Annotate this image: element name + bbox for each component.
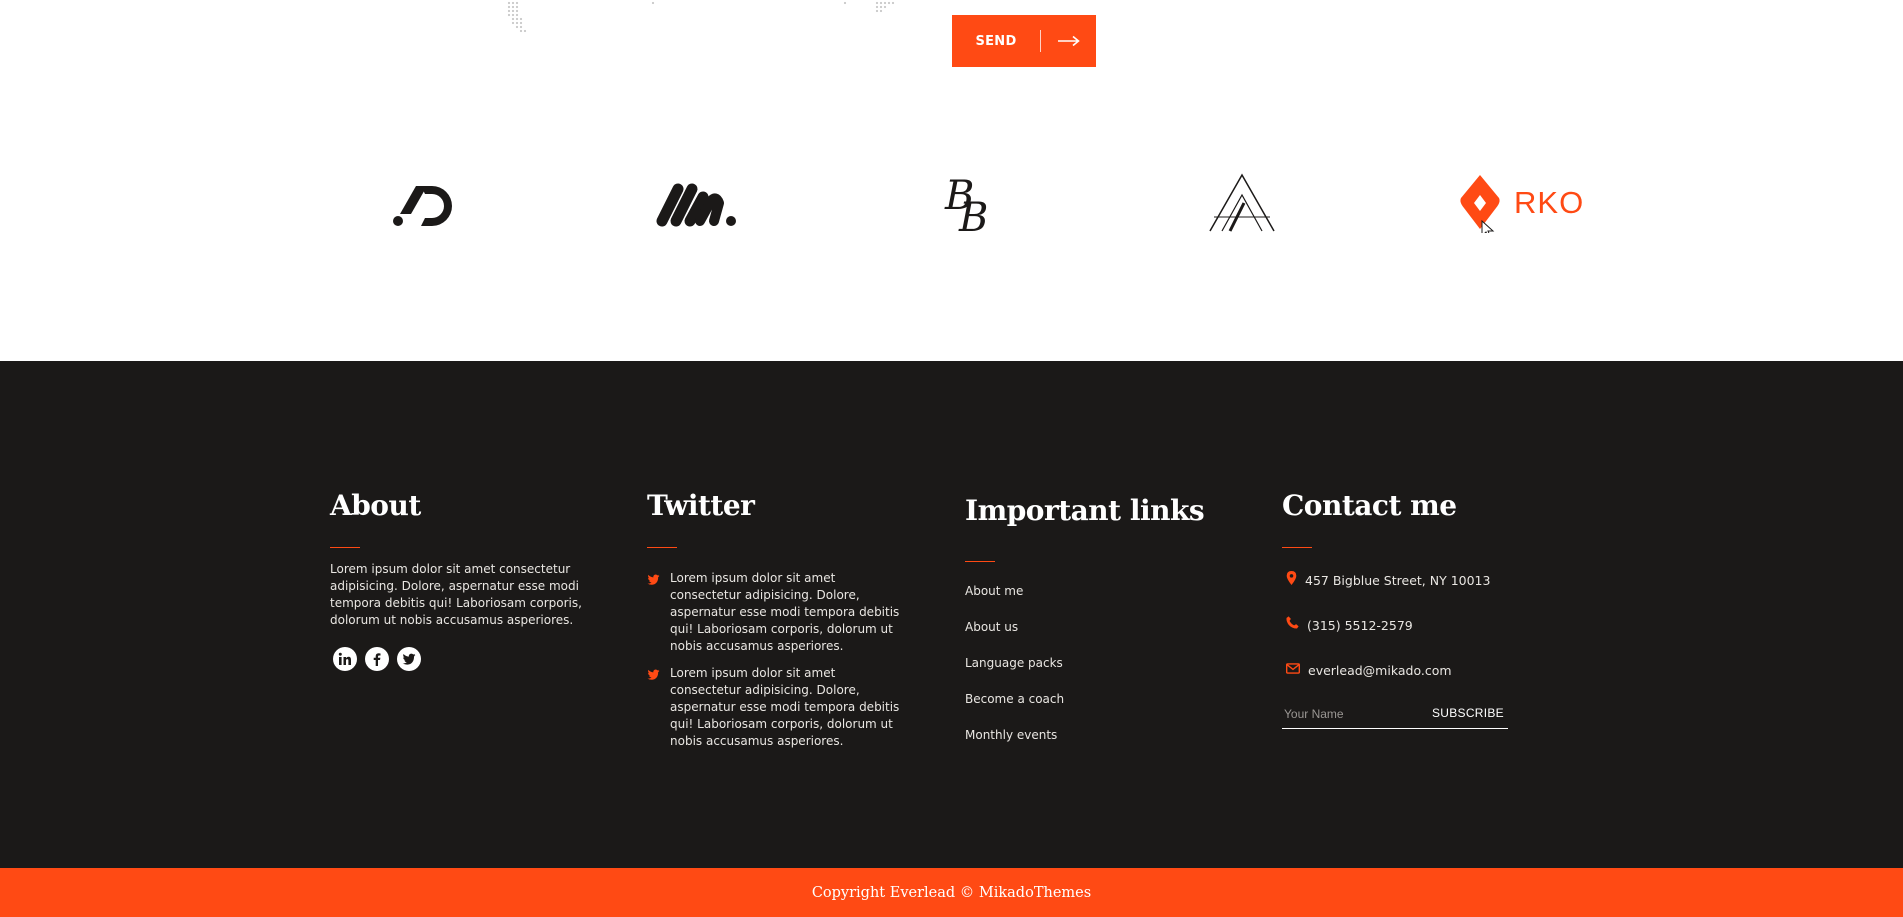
send-button[interactable]: SEND xyxy=(952,15,1096,67)
email-text: everlead@mikado.com xyxy=(1308,662,1452,678)
about-title: About xyxy=(330,489,421,522)
contact-email: everlead@mikado.com xyxy=(1286,661,1452,679)
link-about-me[interactable]: About me xyxy=(965,584,1023,598)
rko-logo[interactable]: RKO xyxy=(1458,165,1584,240)
m-logo[interactable] xyxy=(656,165,738,240)
list-item: Monthly events xyxy=(965,726,1064,762)
twitter-icon[interactable] xyxy=(397,647,421,671)
contact-phone: (315) 5512-2579 xyxy=(1286,616,1413,634)
important-links-divider xyxy=(965,561,995,562)
bb-logo[interactable]: B B xyxy=(943,165,997,240)
address-text: 457 Bigblue Street, NY 10013 xyxy=(1305,573,1491,588)
world-map-dots xyxy=(507,1,895,33)
a-logo[interactable] xyxy=(1208,165,1276,240)
link-become-a-coach[interactable]: Become a coach xyxy=(965,692,1064,706)
contact-divider xyxy=(1282,547,1312,548)
envelope-icon xyxy=(1286,661,1300,679)
about-text: Lorem ipsum dolor sit amet consectetur a… xyxy=(330,562,582,627)
footer: About Lorem ipsum dolor sit amet consect… xyxy=(0,361,1903,868)
important-links-list: About me About us Language packs Become … xyxy=(965,582,1064,762)
twitter-title: Twitter xyxy=(647,489,755,522)
send-button-label: SEND xyxy=(975,33,1017,49)
copyright-bar: Copyright Everlead © MikadoThemes xyxy=(0,868,1903,917)
rko-mark-icon xyxy=(1460,174,1500,233)
tweet-text: Lorem ipsum dolor sit amet consectetur a… xyxy=(670,666,900,748)
phone-icon xyxy=(1286,616,1299,634)
link-monthly-events[interactable]: Monthly events xyxy=(965,728,1057,742)
phone-text: (315) 5512-2579 xyxy=(1307,617,1413,633)
about-divider xyxy=(330,547,360,548)
twitter-bird-icon xyxy=(647,667,660,685)
social-links xyxy=(333,647,421,671)
twitter-divider xyxy=(647,547,677,548)
linkedin-icon[interactable] xyxy=(333,647,357,671)
important-links-title: Important links xyxy=(965,494,1205,527)
partner-logos: B B RKO xyxy=(0,165,1903,240)
contact-address: 457 Bigblue Street, NY 10013 xyxy=(1286,571,1490,590)
list-item: Language packs xyxy=(965,654,1064,690)
link-about-us[interactable]: About us xyxy=(965,620,1018,634)
arrow-right-icon xyxy=(1041,35,1096,47)
link-language-packs[interactable]: Language packs xyxy=(965,656,1063,670)
tweet-text: Lorem ipsum dolor sit amet consectetur a… xyxy=(670,571,900,653)
list-item: About me xyxy=(965,582,1064,618)
svg-text:B: B xyxy=(958,195,988,235)
list-item: Become a coach xyxy=(965,690,1064,726)
rko-logo-text: RKO xyxy=(1514,184,1585,220)
copyright-text: Copyright Everlead © MikadoThemes xyxy=(811,884,1092,901)
twitter-bird-icon xyxy=(647,572,660,590)
ad-logo[interactable] xyxy=(392,165,458,240)
map-pin-icon xyxy=(1286,571,1297,590)
subscribe-form: SUBSCRIBE xyxy=(1282,698,1508,729)
facebook-icon[interactable] xyxy=(365,647,389,671)
subscribe-button[interactable]: SUBSCRIBE xyxy=(1432,702,1504,724)
list-item: About us xyxy=(965,618,1064,654)
contact-title: Contact me xyxy=(1282,489,1457,522)
name-input[interactable] xyxy=(1282,702,1426,726)
